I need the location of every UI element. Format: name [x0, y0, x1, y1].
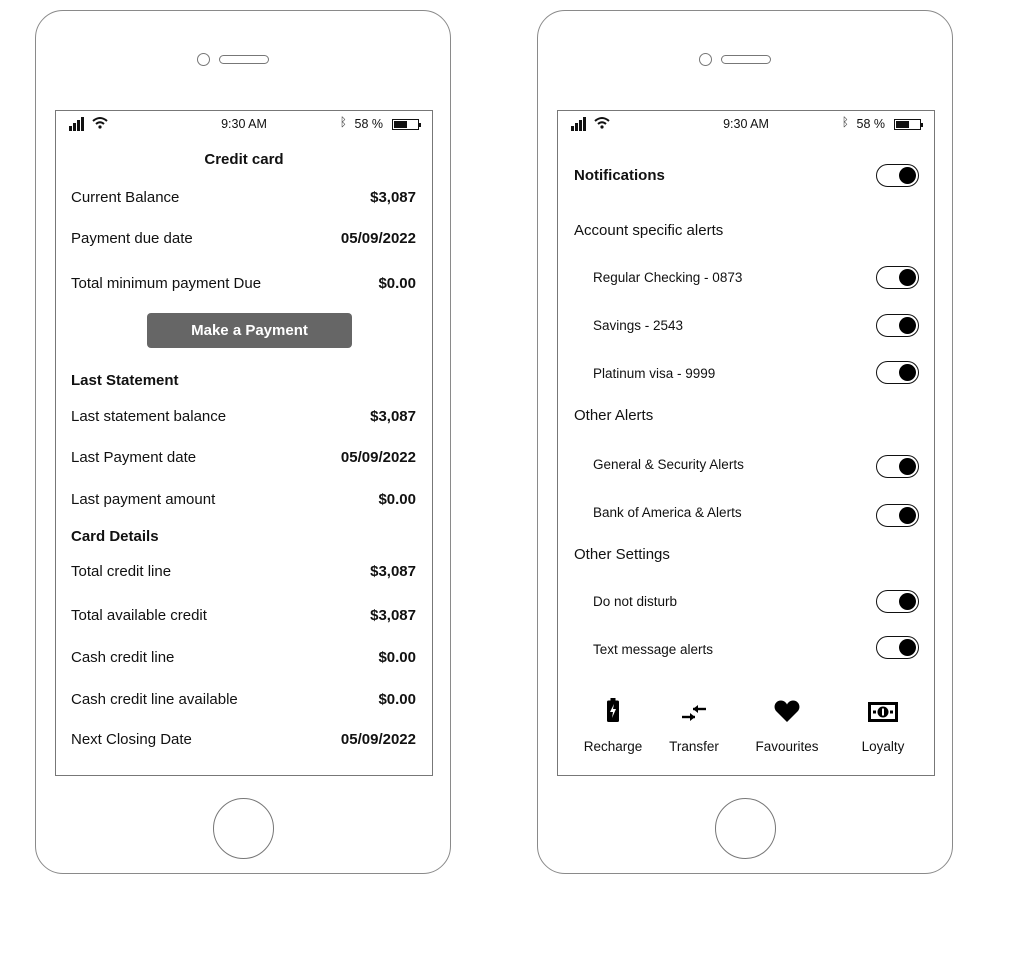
card-details-heading: Card Details	[71, 528, 159, 545]
row-value: $0.00	[378, 491, 416, 508]
row-value: $3,087	[370, 408, 416, 425]
row-value: 05/09/2022	[340, 449, 416, 466]
nav-label: Recharge	[583, 739, 643, 754]
nav-label: Loyalty	[861, 739, 905, 754]
battery-charge-icon	[607, 698, 619, 722]
toggle-knob	[899, 268, 916, 286]
row-label: Current Balance	[71, 189, 180, 206]
toggle-knob	[899, 592, 916, 610]
speaker-grille	[219, 55, 269, 64]
heart-icon	[774, 700, 800, 722]
row-value: $3,087	[370, 607, 416, 624]
text-message-alerts-label: Text message alerts	[593, 642, 714, 657]
nav-transfer[interactable]: Transfer	[654, 696, 734, 754]
row-label: Total available credit	[71, 607, 207, 624]
front-camera	[197, 53, 210, 66]
nav-label: Favourites	[755, 739, 819, 754]
row-value: $0.00	[378, 691, 416, 708]
toggle-knob	[899, 316, 916, 334]
general-security-toggle[interactable]	[876, 455, 919, 478]
row-value: $3,087	[370, 563, 416, 580]
toggle-knob	[899, 166, 916, 184]
text-message-alerts-toggle[interactable]	[876, 636, 919, 659]
savings-toggle[interactable]	[876, 314, 919, 337]
row-label: Last payment amount	[71, 491, 216, 508]
banknote-icon	[868, 702, 898, 722]
notifications-toggle[interactable]	[876, 164, 919, 187]
row-value: $0.00	[378, 649, 416, 666]
last-statement-heading: Last Statement	[71, 372, 179, 389]
general-security-label: General & Security Alerts	[593, 457, 744, 472]
nav-label: Transfer	[669, 739, 719, 754]
toggle-knob	[899, 638, 916, 656]
row-label: Next Closing Date	[71, 731, 192, 748]
phone-frame-right: 9:30 AM ᛒ 58 % Notifications Account spe…	[537, 10, 953, 874]
row-label: Cash credit line available	[71, 691, 238, 708]
speaker-grille	[721, 55, 771, 64]
do-not-disturb-label: Do not disturb	[593, 594, 678, 609]
bank-alerts-label: Bank of America & Alerts	[593, 505, 742, 520]
credit-card-screen: 9:30 AM ᛒ 58 % Credit card Current Balan…	[55, 110, 433, 776]
other-alerts-heading: Other Alerts	[574, 407, 654, 424]
notification-settings-screen: 9:30 AM ᛒ 58 % Notifications Account spe…	[557, 110, 935, 776]
row-value: 05/09/2022	[340, 731, 416, 748]
nav-favourites[interactable]: Favourites	[747, 696, 827, 754]
row-value: $0.00	[378, 275, 416, 292]
front-camera	[699, 53, 712, 66]
make-payment-button[interactable]: Make a Payment	[147, 313, 352, 348]
row-label: Total credit line	[71, 563, 172, 580]
bottom-nav: Recharge Transfer Favourites Loyalty	[558, 696, 934, 766]
nav-recharge[interactable]: Recharge	[573, 696, 653, 754]
transfer-arrows-icon	[682, 705, 706, 721]
nav-loyalty[interactable]: Loyalty	[843, 696, 923, 754]
platinum-visa-label: Platinum visa - 9999	[593, 366, 716, 381]
phone-frame-left: 9:30 AM ᛒ 58 % Credit card Current Balan…	[35, 10, 451, 874]
row-value: $3,087	[370, 189, 416, 206]
battery-percent: 58 %	[856, 117, 886, 131]
page-title: Credit card	[204, 151, 284, 168]
row-label: Last statement balance	[71, 408, 227, 425]
status-bar: 9:30 AM ᛒ 58 %	[558, 111, 934, 137]
toggle-knob	[899, 457, 916, 475]
row-label: Payment due date	[71, 230, 193, 247]
bluetooth-icon: ᛒ	[339, 115, 347, 129]
platinum-visa-toggle[interactable]	[876, 361, 919, 384]
battery-icon	[392, 119, 421, 130]
notifications-label: Notifications	[574, 167, 665, 184]
regular-checking-label: Regular Checking - 0873	[593, 270, 743, 285]
home-button[interactable]	[715, 798, 776, 859]
row-label: Last Payment date	[71, 449, 197, 466]
row-label: Cash credit line	[71, 649, 175, 666]
row-label: Total minimum payment Due	[71, 275, 262, 292]
other-settings-heading: Other Settings	[574, 546, 670, 563]
account-alerts-heading: Account specific alerts	[574, 222, 724, 239]
battery-icon	[894, 119, 923, 130]
do-not-disturb-toggle[interactable]	[876, 590, 919, 613]
toggle-knob	[899, 363, 916, 381]
home-button[interactable]	[213, 798, 274, 859]
bluetooth-icon: ᛒ	[841, 115, 849, 129]
toggle-knob	[899, 506, 916, 524]
row-value: 05/09/2022	[340, 230, 416, 247]
bank-alerts-toggle[interactable]	[876, 504, 919, 527]
savings-label: Savings - 2543	[593, 318, 684, 333]
regular-checking-toggle[interactable]	[876, 266, 919, 289]
battery-percent: 58 %	[354, 117, 384, 131]
status-bar: 9:30 AM ᛒ 58 %	[56, 111, 432, 137]
